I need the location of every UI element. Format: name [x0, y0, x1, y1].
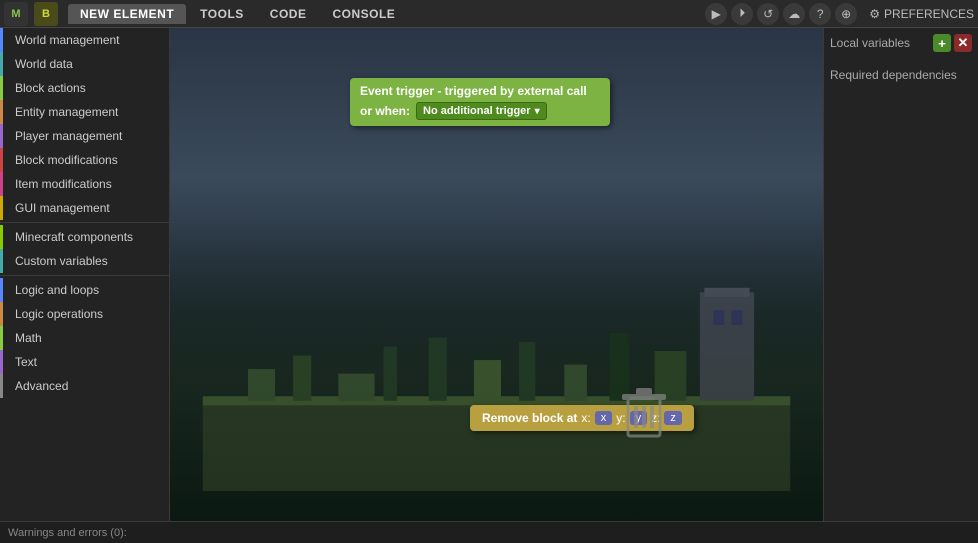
remove-block-x-badge[interactable]: x — [595, 411, 613, 425]
icon-plus-circle[interactable]: ⊕ — [835, 3, 857, 25]
sidebar-divider-2 — [0, 275, 169, 276]
trigger-dropdown[interactable]: No additional trigger — [416, 102, 547, 120]
sidebar-item-text[interactable]: Text — [0, 350, 169, 374]
required-deps-section: Required dependencies — [830, 68, 972, 86]
bottom-bar: Warnings and errors (0): — [0, 521, 978, 543]
local-vars-label: Local variables — [830, 36, 910, 50]
sidebar-item-math[interactable]: Math — [0, 326, 169, 350]
sidebar-item-block-modifications[interactable]: Block modifications — [0, 148, 169, 172]
sidebar-item-custom-variables[interactable]: Custom variables — [0, 249, 169, 273]
remove-block-x-label: x: — [581, 411, 590, 425]
top-bar: M B NEW ELEMENT TOOLS CODE CONSOLE ▶ ⏵ ↺… — [0, 0, 978, 28]
main-area: World management World data Block action… — [0, 28, 978, 521]
sidebar-item-entity-management[interactable]: Entity management — [0, 100, 169, 124]
sidebar-divider-1 — [0, 222, 169, 223]
icon-step[interactable]: ⏵ — [731, 3, 753, 25]
tab-tools[interactable]: TOOLS — [188, 4, 256, 24]
required-deps-title: Required dependencies — [830, 68, 972, 82]
tab-console[interactable]: CONSOLE — [320, 4, 407, 24]
icon-play[interactable]: ▶ — [705, 3, 727, 25]
icon-refresh[interactable]: ↺ — [757, 3, 779, 25]
right-panel: Local variables + ✕ Required dependencie… — [823, 28, 978, 521]
event-trigger-or-when: or when: — [360, 104, 410, 118]
required-deps-label: Required dependencies — [830, 68, 957, 82]
sidebar-item-block-actions[interactable]: Block actions — [0, 76, 169, 100]
preferences-button[interactable]: ⚙ PREFERENCES — [869, 7, 974, 21]
preferences-label: PREFERENCES — [884, 7, 974, 21]
logo2-icon: B — [34, 2, 58, 26]
remove-local-var-button[interactable]: ✕ — [954, 34, 972, 52]
sidebar-item-minecraft-components[interactable]: Minecraft components — [0, 225, 169, 249]
add-local-var-button[interactable]: + — [933, 34, 951, 52]
sidebar-item-player-management[interactable]: Player management — [0, 124, 169, 148]
warnings-label: Warnings and errors (0): — [8, 527, 127, 539]
trash-svg — [620, 386, 668, 442]
canvas-area[interactable]: Event trigger - triggered by external ca… — [170, 28, 823, 521]
top-bar-icons: ▶ ⏵ ↺ ☁ ? ⊕ ⚙ PREFERENCES — [705, 3, 974, 25]
tab-new-element[interactable]: NEW ELEMENT — [68, 4, 186, 24]
local-vars-buttons: + ✕ — [933, 34, 972, 52]
sidebar-item-logic-and-loops[interactable]: Logic and loops — [0, 278, 169, 302]
world-terrain-svg — [170, 220, 823, 491]
tab-code[interactable]: CODE — [258, 4, 319, 24]
sidebar: World management World data Block action… — [0, 28, 170, 521]
gear-icon: ⚙ — [869, 7, 880, 21]
icon-cloud[interactable]: ☁ — [783, 3, 805, 25]
remove-block-prefix: Remove block at — [482, 411, 577, 425]
event-trigger-line2: or when: No additional trigger — [360, 102, 600, 120]
local-vars-section: Local variables + ✕ — [830, 34, 972, 56]
logo-icon: M — [4, 2, 28, 26]
local-vars-title: Local variables + ✕ — [830, 34, 972, 52]
sidebar-item-logic-operations[interactable]: Logic operations — [0, 302, 169, 326]
event-trigger-block: Event trigger - triggered by external ca… — [350, 78, 610, 126]
sidebar-item-world-management[interactable]: World management — [0, 28, 169, 52]
sidebar-item-item-modifications[interactable]: Item modifications — [0, 172, 169, 196]
trash-icon[interactable] — [620, 386, 668, 451]
sidebar-item-world-data[interactable]: World data — [0, 52, 169, 76]
sidebar-item-advanced[interactable]: Advanced — [0, 374, 169, 398]
icon-help[interactable]: ? — [809, 3, 831, 25]
event-trigger-title: Event trigger - triggered by external ca… — [360, 84, 600, 98]
sidebar-item-gui-management[interactable]: GUI management — [0, 196, 169, 220]
